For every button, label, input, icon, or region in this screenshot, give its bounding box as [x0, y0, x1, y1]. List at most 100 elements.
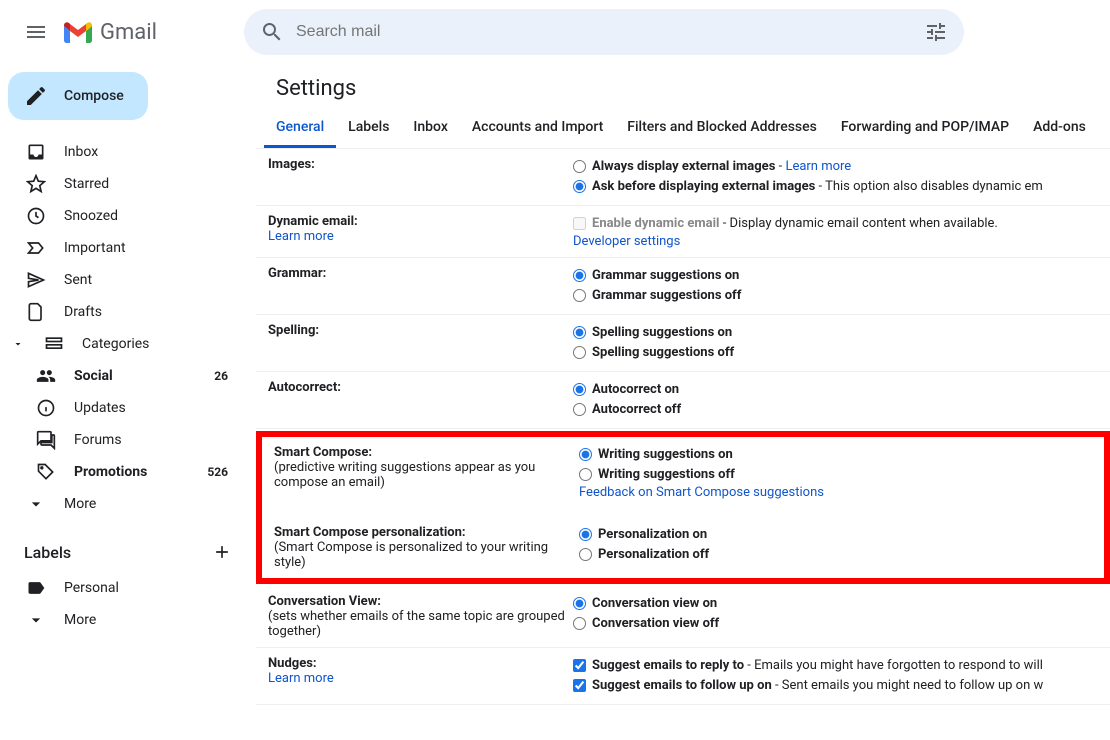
radio-images-always[interactable]: Always display external images - Learn m… — [573, 157, 1106, 177]
tab-chat[interactable]: Cha — [1098, 109, 1110, 148]
main-menu-button[interactable] — [12, 8, 60, 56]
tab-labels[interactable]: Labels — [336, 109, 401, 148]
radio-input[interactable] — [573, 617, 586, 630]
radio-personalization-on[interactable]: Personalization on — [579, 525, 1100, 545]
plus-icon — [212, 542, 232, 562]
checkbox-dynamic-email[interactable]: Enable dynamic email - Display dynamic e… — [573, 214, 1106, 234]
radio-grammar-on[interactable]: Grammar suggestions on — [573, 266, 1106, 286]
tab-addons[interactable]: Add-ons — [1021, 109, 1098, 148]
tune-icon — [924, 20, 948, 44]
checkbox-nudge-reply[interactable]: Suggest emails to reply to - Emails you … — [573, 656, 1106, 676]
settings-body[interactable]: Images: Always display external images -… — [256, 149, 1110, 740]
header: Gmail — [0, 0, 1110, 64]
nav-label: Promotions — [74, 464, 189, 480]
radio-input[interactable] — [573, 403, 586, 416]
send-icon — [26, 270, 46, 290]
radio-smart-compose-on[interactable]: Writing suggestions on — [579, 445, 1100, 465]
radio-smart-compose-off[interactable]: Writing suggestions off — [579, 465, 1100, 485]
search-icon — [260, 20, 284, 44]
labels-more[interactable]: More — [0, 604, 240, 636]
radio-input[interactable] — [579, 448, 592, 461]
setting-name: Spelling: — [268, 323, 319, 338]
radio-images-ask[interactable]: Ask before displaying external images - … — [573, 177, 1106, 197]
radio-spelling-on[interactable]: Spelling suggestions on — [573, 323, 1106, 343]
add-label-button[interactable] — [212, 542, 232, 562]
nav-sent[interactable]: Sent — [0, 264, 240, 296]
checkbox-input[interactable] — [573, 679, 586, 692]
nav-count: 26 — [214, 369, 228, 383]
nav-more[interactable]: More — [0, 488, 240, 520]
search-bar — [244, 9, 964, 55]
feedback-link[interactable]: Feedback on Smart Compose suggestions — [579, 485, 824, 500]
sidebar: Compose Inbox Starred Snoozed Important … — [0, 64, 256, 740]
pencil-icon — [24, 84, 48, 108]
setting-spelling: Spelling: Spelling suggestions on Spelli… — [256, 315, 1110, 372]
radio-autocorrect-off[interactable]: Autocorrect off — [573, 400, 1106, 420]
nav-starred[interactable]: Starred — [0, 168, 240, 200]
checkbox-input[interactable] — [573, 659, 586, 672]
radio-personalization-off[interactable]: Personalization off — [579, 545, 1100, 565]
checkbox-input — [573, 217, 586, 230]
radio-conversation-off[interactable]: Conversation view off — [573, 614, 1106, 634]
radio-conversation-on[interactable]: Conversation view on — [573, 594, 1106, 614]
radio-input[interactable] — [573, 383, 586, 396]
nav-inbox[interactable]: Inbox — [0, 136, 240, 168]
search-button[interactable] — [252, 12, 292, 52]
tab-inbox[interactable]: Inbox — [401, 109, 459, 148]
setting-grammar: Grammar: Grammar suggestions on Grammar … — [256, 258, 1110, 315]
nav-snoozed[interactable]: Snoozed — [0, 200, 240, 232]
radio-input[interactable] — [573, 269, 586, 282]
radio-grammar-off[interactable]: Grammar suggestions off — [573, 286, 1106, 306]
radio-input[interactable] — [573, 289, 586, 302]
radio-input[interactable] — [579, 468, 592, 481]
tab-forwarding[interactable]: Forwarding and POP/IMAP — [829, 109, 1021, 148]
setting-smart-compose-personalization: Smart Compose personalization: (Smart Co… — [262, 508, 1104, 578]
setting-autocorrect: Autocorrect: Autocorrect on Autocorrect … — [256, 372, 1110, 429]
search-options-button[interactable] — [916, 12, 956, 52]
learn-more-link[interactable]: Learn more — [268, 229, 334, 244]
chevron-down-icon — [26, 610, 46, 630]
radio-input[interactable] — [573, 160, 586, 173]
label-personal[interactable]: Personal — [0, 572, 240, 604]
compose-label: Compose — [64, 88, 124, 104]
label-icon — [26, 578, 46, 598]
gmail-logo-icon — [64, 21, 92, 43]
radio-autocorrect-on[interactable]: Autocorrect on — [573, 380, 1106, 400]
nav-categories[interactable]: Categories — [0, 328, 240, 360]
setting-description: (Smart Compose is personalized to your w… — [274, 540, 571, 570]
radio-input[interactable] — [573, 597, 586, 610]
nav-forums[interactable]: Forums — [0, 424, 240, 456]
important-icon — [26, 238, 46, 258]
nav-drafts[interactable]: Drafts — [0, 296, 240, 328]
forum-icon — [36, 430, 56, 450]
compose-button[interactable]: Compose — [8, 72, 148, 120]
learn-more-link[interactable]: Learn more — [268, 671, 334, 686]
radio-spelling-off[interactable]: Spelling suggestions off — [573, 343, 1106, 363]
highlighted-section: Smart Compose: (predictive writing sugge… — [256, 431, 1110, 584]
gmail-logo[interactable]: Gmail — [64, 20, 244, 45]
chevron-down-icon — [26, 494, 46, 514]
nav-count: 526 — [207, 465, 228, 479]
radio-input[interactable] — [579, 528, 592, 541]
learn-more-link[interactable]: Learn more — [785, 159, 851, 174]
tag-icon — [36, 462, 56, 482]
setting-nudges: Nudges: Learn more Suggest emails to rep… — [256, 648, 1110, 705]
setting-description: (sets whether emails of the same topic a… — [268, 609, 565, 639]
nav-important[interactable]: Important — [0, 232, 240, 264]
setting-smart-compose: Smart Compose: (predictive writing sugge… — [262, 437, 1104, 508]
tab-accounts[interactable]: Accounts and Import — [460, 109, 615, 148]
radio-input[interactable] — [573, 346, 586, 359]
nav-social[interactable]: Social 26 — [0, 360, 240, 392]
setting-name: Smart Compose personalization: — [274, 525, 466, 540]
nav-promotions[interactable]: Promotions 526 — [0, 456, 240, 488]
nav-updates[interactable]: Updates — [0, 392, 240, 424]
radio-input[interactable] — [579, 548, 592, 561]
radio-input[interactable] — [573, 326, 586, 339]
setting-description: (predictive writing suggestions appear a… — [274, 460, 571, 490]
checkbox-nudge-followup[interactable]: Suggest emails to follow up on - Sent em… — [573, 676, 1106, 696]
developer-settings-link[interactable]: Developer settings — [573, 234, 680, 249]
search-input[interactable] — [292, 23, 916, 41]
tab-filters[interactable]: Filters and Blocked Addresses — [615, 109, 829, 148]
tab-general[interactable]: General — [264, 109, 336, 148]
radio-input[interactable] — [573, 180, 586, 193]
